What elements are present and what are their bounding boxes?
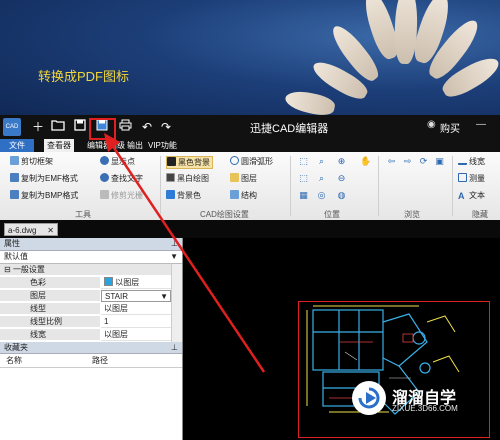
pointer-arrow	[104, 133, 266, 373]
watermark-url: ZIXUE.3D66.COM	[392, 404, 458, 413]
watermark-logo	[352, 381, 386, 415]
